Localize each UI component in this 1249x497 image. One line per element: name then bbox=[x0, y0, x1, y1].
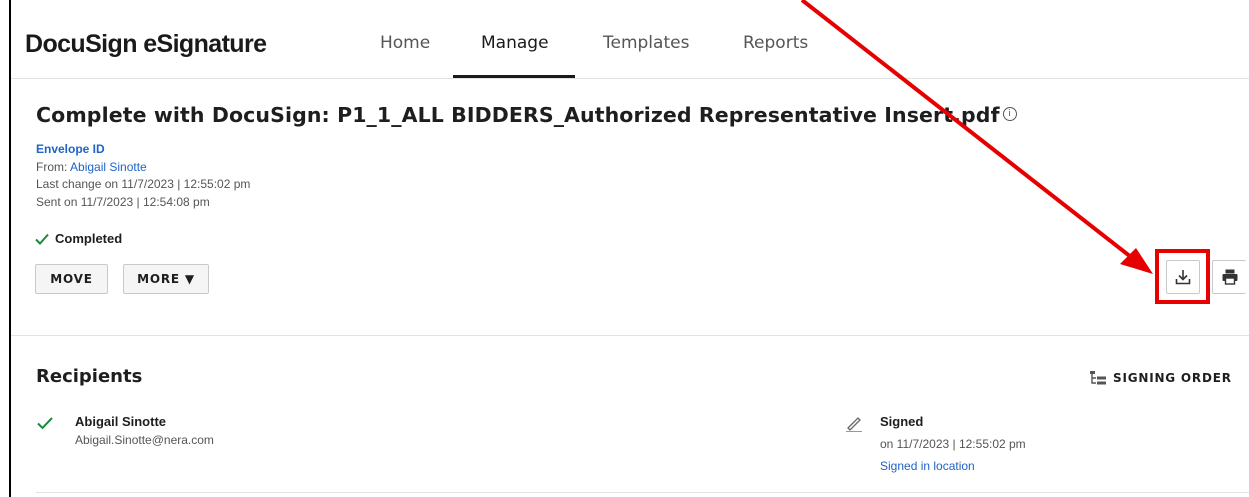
docusign-logo[interactable]: DocuSign eSignature bbox=[25, 30, 267, 59]
sent-on-text: Sent on 11/7/2023 | 12:54:08 pm bbox=[36, 195, 210, 209]
signature-pen-icon bbox=[846, 417, 862, 432]
move-button[interactable]: MOVE bbox=[35, 264, 108, 294]
from-label: From: bbox=[36, 160, 71, 174]
nav-active-indicator bbox=[453, 75, 575, 78]
sender-link[interactable]: Abigail Sinotte bbox=[70, 160, 147, 174]
status-badge: Completed bbox=[35, 231, 122, 246]
signed-location-link[interactable]: Signed in location bbox=[880, 459, 975, 473]
section-divider bbox=[11, 335, 1249, 336]
nav-home[interactable]: Home bbox=[380, 33, 430, 53]
more-button[interactable]: MORE ▼ bbox=[123, 264, 209, 294]
envelope-from: From: Abigail Sinotte bbox=[36, 160, 147, 174]
recipient-divider bbox=[36, 492, 1249, 493]
recipient-name: Abigail Sinotte bbox=[75, 414, 166, 429]
nav-reports[interactable]: Reports bbox=[743, 33, 808, 53]
signing-order-icon bbox=[1090, 371, 1106, 385]
recipient-email: Abigail.Sinotte@nera.com bbox=[75, 433, 214, 447]
signing-order-button[interactable]: SIGNING ORDER bbox=[1090, 371, 1232, 385]
recipient-signed-date: on 11/7/2023 | 12:55:02 pm bbox=[880, 437, 1026, 451]
signing-order-label: SIGNING ORDER bbox=[1113, 371, 1232, 385]
check-icon bbox=[35, 233, 49, 245]
annotation-highlight-box bbox=[1155, 249, 1210, 304]
recipient-status: Signed bbox=[880, 414, 924, 429]
print-icon bbox=[1222, 269, 1237, 285]
status-label: Completed bbox=[55, 231, 123, 246]
recipient-check-icon bbox=[37, 417, 53, 430]
last-change-text: Last change on 11/7/2023 | 12:55:02 pm bbox=[36, 177, 251, 191]
envelope-title: Complete with DocuSign: P1_1_ALL BIDDERS… bbox=[36, 103, 1017, 127]
info-icon[interactable]: i bbox=[1002, 107, 1017, 121]
print-button[interactable] bbox=[1212, 260, 1246, 294]
recipients-heading: Recipients bbox=[36, 366, 143, 387]
nav-templates[interactable]: Templates bbox=[603, 33, 689, 53]
envelope-title-text: Complete with DocuSign: P1_1_ALL BIDDERS… bbox=[36, 103, 1000, 127]
envelope-id-link[interactable]: Envelope ID bbox=[36, 142, 105, 156]
nav-manage[interactable]: Manage bbox=[481, 33, 549, 53]
